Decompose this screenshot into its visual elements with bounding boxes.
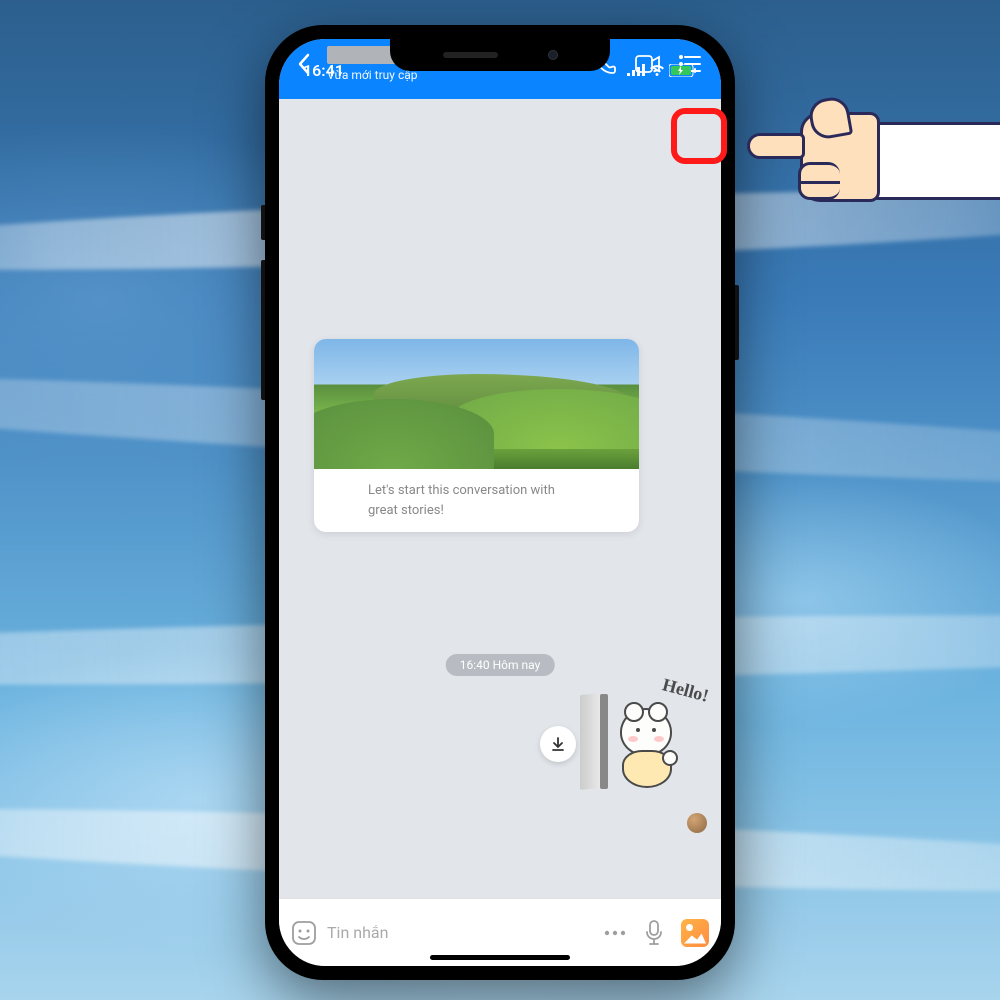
download-sticker-button[interactable] (540, 726, 576, 762)
more-options-button[interactable] (603, 929, 627, 937)
home-indicator[interactable] (430, 955, 570, 960)
battery-charging-icon (669, 64, 697, 77)
signal-icon (627, 64, 645, 76)
chat-timestamp: 16:40 Hôm nay (446, 654, 555, 676)
gallery-button[interactable] (681, 919, 709, 947)
sticker-hello-text: Hello! (660, 674, 711, 706)
more-horizontal-icon (603, 929, 627, 937)
sticker-picker-button[interactable] (291, 920, 317, 946)
phone-notch (390, 39, 610, 71)
voice-message-button[interactable] (645, 920, 663, 946)
chat-body[interactable]: Let's start this conversation with great… (279, 99, 721, 819)
phone-screen: 16:41 Vừa mới truy cập (279, 39, 721, 966)
seen-indicator-avatar (687, 813, 707, 833)
card-image-landscape (314, 339, 639, 469)
status-time: 16:41 (303, 61, 344, 80)
sent-sticker-row: Hello! (540, 686, 707, 801)
message-input[interactable]: Tin nhắn (327, 923, 593, 942)
microphone-icon (645, 920, 663, 946)
bear-character-icon (612, 708, 684, 793)
sticker-smile-icon (291, 920, 317, 946)
wifi-icon (649, 64, 665, 76)
card-text: Let's start this conversation with great… (314, 469, 639, 532)
annotation-highlight-box (671, 108, 727, 164)
phone-frame: 16:41 Vừa mới truy cập (265, 25, 735, 980)
hello-sticker[interactable]: Hello! (592, 686, 707, 801)
intro-card[interactable]: Let's start this conversation with great… (314, 339, 639, 532)
download-icon (550, 736, 566, 752)
pointing-hand-icon (750, 70, 1000, 230)
